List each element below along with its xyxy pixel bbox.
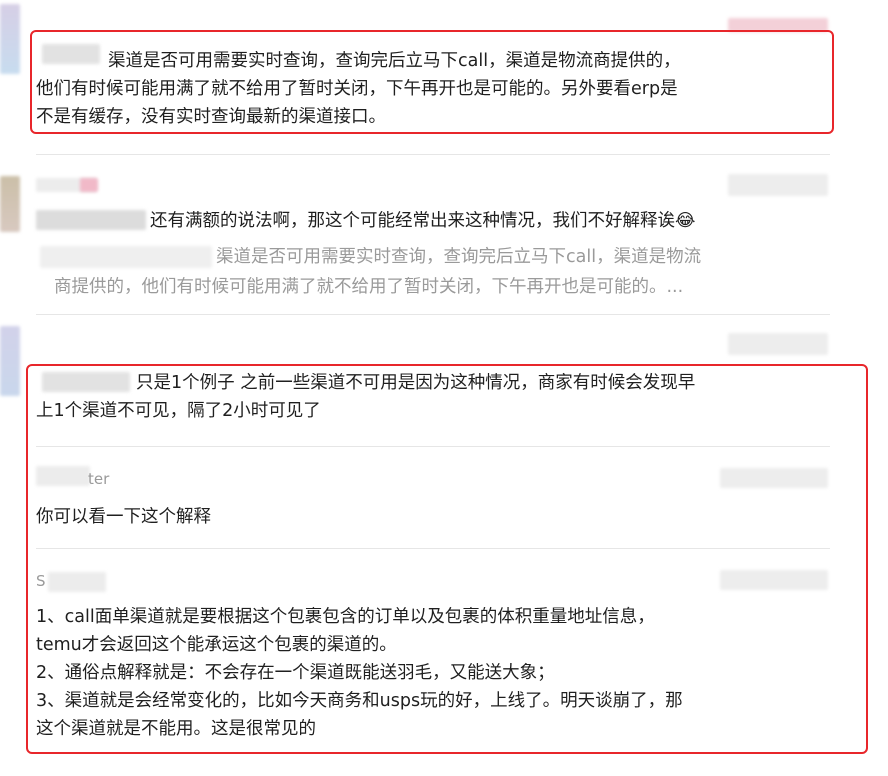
sender-name (80, 178, 98, 192)
sender-name (36, 210, 146, 230)
avatar (0, 4, 20, 74)
highlight-box (26, 364, 868, 754)
timestamp (728, 333, 828, 355)
avatar (0, 326, 20, 396)
divider (36, 154, 830, 155)
highlight-box (30, 30, 834, 134)
quote-line: 商提供的，他们有时候可能用满了就不给用了暂时关闭，下午再开也是可能的。... (54, 277, 684, 297)
quote-line: 渠道是否可用需要实时查询，查询完后立马下call，渠道是物流 (216, 247, 702, 267)
message-text: 还有满额的说法啊，那这个可能经常出来这种情况，我们不好解释诶😂 (150, 211, 696, 231)
divider (36, 314, 830, 315)
avatar (0, 176, 20, 232)
timestamp (728, 174, 828, 196)
quote-sender (40, 246, 212, 268)
